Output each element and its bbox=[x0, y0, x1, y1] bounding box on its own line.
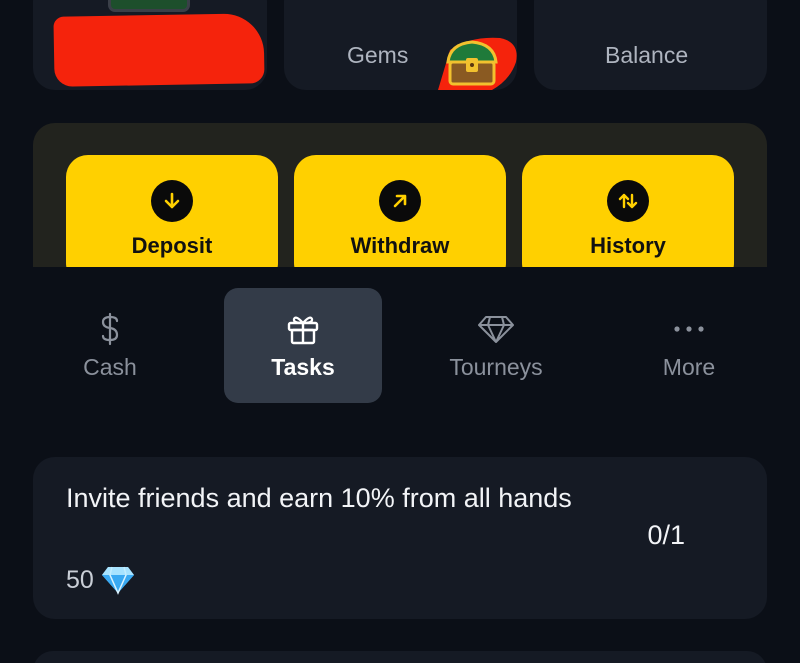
task-progress: 0/1 bbox=[647, 520, 685, 550]
arrow-down-icon bbox=[151, 180, 193, 222]
tab-tasks[interactable]: Tasks bbox=[224, 288, 382, 403]
ellipsis-icon bbox=[672, 312, 706, 346]
gems-card[interactable]: Gems bbox=[284, 0, 517, 90]
profile-card[interactable] bbox=[33, 0, 267, 90]
history-label: History bbox=[590, 233, 666, 258]
tab-cash-label: Cash bbox=[83, 354, 137, 380]
dollar-icon bbox=[98, 312, 122, 346]
arrow-up-right-icon bbox=[379, 180, 421, 222]
task-card[interactable] bbox=[33, 651, 767, 663]
task-reward: 50 bbox=[66, 565, 136, 595]
withdraw-button[interactable]: Withdraw bbox=[294, 155, 506, 267]
tab-more[interactable]: More bbox=[610, 288, 768, 403]
balance-label: Balance bbox=[605, 42, 689, 68]
treasure-chest-icon bbox=[438, 37, 517, 90]
tab-cash[interactable]: Cash bbox=[31, 288, 189, 403]
tab-more-label: More bbox=[662, 354, 716, 380]
redaction-mark bbox=[53, 13, 265, 87]
gems-label: Gems bbox=[347, 42, 409, 68]
wallet-actions-panel: Deposit Withdraw History bbox=[33, 123, 767, 267]
balance-card[interactable]: Balance bbox=[534, 0, 767, 90]
tab-tasks-label: Tasks bbox=[271, 354, 335, 380]
gift-icon bbox=[286, 312, 320, 346]
task-title: Invite friends and earn 10% from all han… bbox=[66, 483, 572, 513]
avatar bbox=[108, 0, 190, 12]
gem-icon bbox=[101, 566, 134, 595]
withdraw-label: Withdraw bbox=[350, 233, 450, 258]
arrows-up-down-icon bbox=[607, 180, 649, 222]
deposit-label: Deposit bbox=[131, 233, 213, 258]
task-card-invite-friends[interactable]: Invite friends and earn 10% from all han… bbox=[33, 457, 767, 619]
diamond-icon bbox=[477, 312, 515, 346]
tab-tourneys[interactable]: Tourneys bbox=[417, 288, 575, 403]
deposit-button[interactable]: Deposit bbox=[66, 155, 278, 267]
tab-tourneys-label: Tourneys bbox=[449, 354, 543, 380]
history-button[interactable]: History bbox=[522, 155, 734, 267]
task-reward-amount: 50 bbox=[66, 565, 94, 594]
wallet-screen: Gems Balance Deposit Withdraw History Ca… bbox=[0, 0, 800, 663]
